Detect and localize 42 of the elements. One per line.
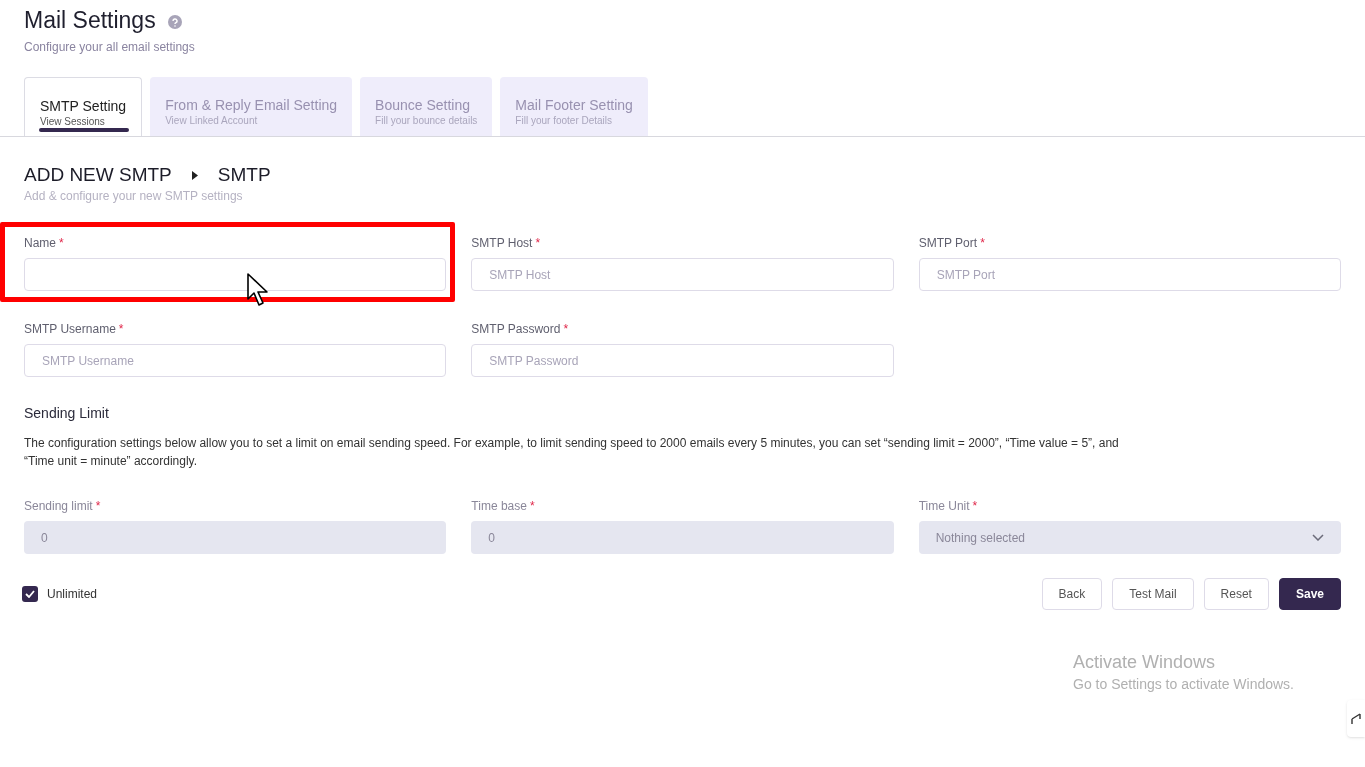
button[interactable]: Reset [1203,578,1269,610]
field-label: Sending limit [24,498,93,514]
check-icon [25,590,35,598]
field-label: SMTP Username [24,321,116,337]
input-field[interactable]: SMTP Username [24,344,447,377]
input-field[interactable]: SMTP Host [471,258,894,291]
breadcrumb-item: SMTP [217,163,271,187]
cursor-icon [247,273,269,307]
description-text: The configuration settings below allow you to set a limit on email sending speed. For example, to limit sending speed to 2000 emails every 5 minutes, you can set “sending limit = 2000”, “Time value = 5”, and “Time unit = minute” accordingly. [24,435,1119,470]
section-subtitle: Add & configure your new SMTP settings [24,188,244,205]
required-mark: * [980,235,985,251]
notice-title: Activate Windows [1073,651,1217,674]
button[interactable]: Save [1278,578,1341,610]
required-mark: * [972,498,978,514]
breadcrumb-item[interactable]: ADD NEW SMTP [24,163,172,187]
page-title: Mail Settings [24,6,156,34]
field-label: SMTP Host [471,235,533,251]
field-label: Time base [471,498,527,514]
field-label: SMTP Password [471,321,561,337]
side-handle[interactable] [1347,700,1365,737]
required-mark: * [59,235,64,251]
field-label: Time Unit [918,498,970,514]
checkbox-label: Unlimited [47,586,97,603]
button[interactable]: Test Mail [1112,578,1194,610]
caret-icon [191,170,198,180]
required-mark: * [563,321,569,337]
input-field[interactable]: SMTP Port [918,258,1341,291]
input-field[interactable]: SMTP Password [471,344,894,377]
required-mark: * [535,235,541,251]
field-label: Name [24,235,56,251]
required-mark: * [529,498,535,514]
checkbox[interactable] [22,586,38,602]
section-title: Sending Limit [24,404,110,423]
chevron-down-icon [1312,534,1324,541]
field-label: SMTP Port [918,235,978,251]
required-mark: * [118,321,124,337]
page-subtitle: Configure your all email settings [24,39,196,56]
button[interactable]: Back [1041,578,1103,610]
required-mark: * [95,498,101,514]
tab[interactable]: SMTP Setting View Sessions [24,77,143,136]
input-field[interactable] [24,258,447,291]
notice-text: Go to Settings to activate Windows. [1073,675,1294,694]
